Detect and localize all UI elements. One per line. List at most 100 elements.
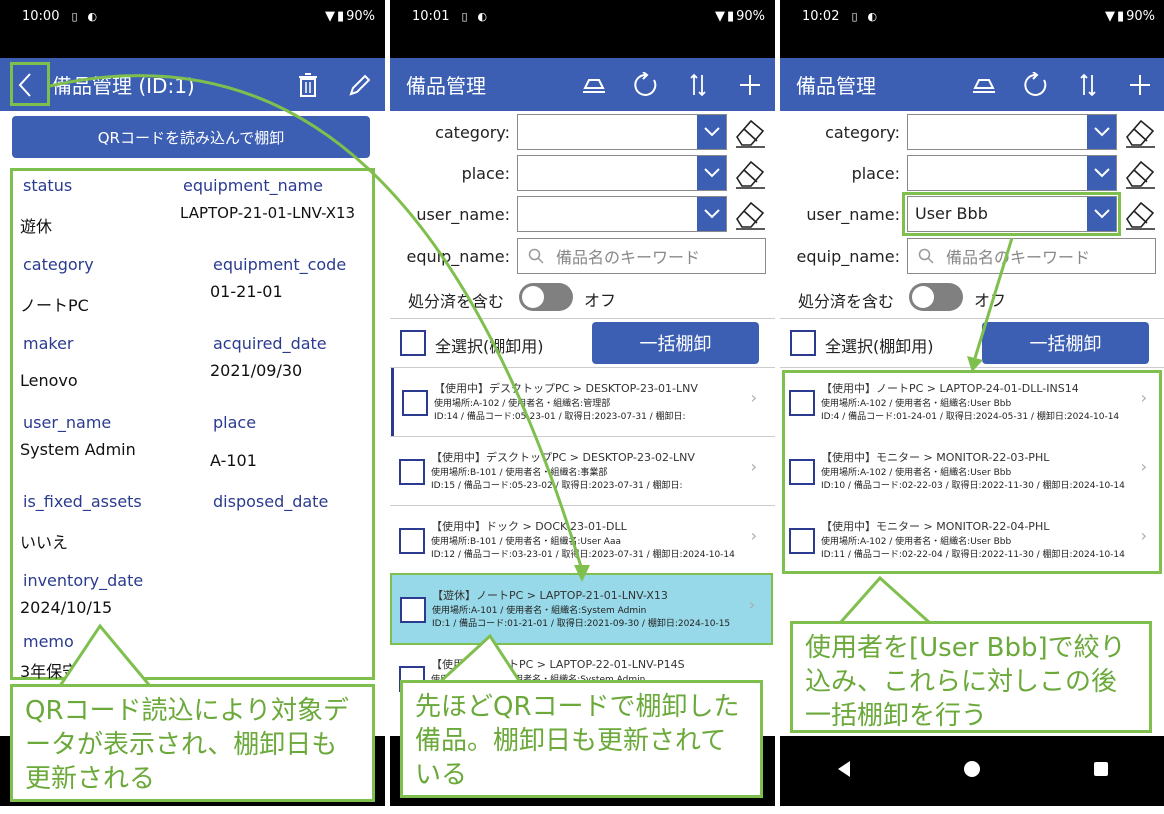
chevron-down-icon[interactable]	[697, 197, 726, 231]
chevron-right-icon: ›	[748, 595, 755, 614]
app-bar: 備品管理	[780, 58, 1164, 111]
item-checkbox[interactable]	[399, 459, 425, 485]
search-icon	[528, 248, 544, 264]
refresh-icon[interactable]	[633, 71, 659, 98]
item-location: 使用場所:B-101 / 使用者名・組織名:User Aaa	[431, 537, 621, 547]
back-nav-icon[interactable]	[836, 760, 852, 782]
trash-icon[interactable]	[295, 72, 321, 98]
item-location: 使用場所:A-102 / 使用者名・組織名:User Bbb	[821, 399, 1012, 409]
refresh-icon[interactable]	[1023, 71, 1049, 98]
callout-filter-note: 使用者を[User Bbb]で絞り込み、これらに対しこの後一括棚卸を行う	[790, 621, 1152, 733]
bulk-inventory-button[interactable]: 一括棚卸	[982, 322, 1149, 364]
app-bar: 備品管理 (ID:1)	[0, 58, 385, 111]
item-details: ID:12 / 備品コード:03-23-01 / 取得日:2023-07-31 …	[431, 550, 735, 560]
item-checkbox[interactable]	[400, 597, 426, 623]
list-item-highlighted[interactable]: 【遊休】ノートPC > LAPTOP-21-01-LNV-X13 使用場所:A-…	[390, 573, 773, 645]
sim-icon: ▯	[461, 10, 468, 23]
vpn-icon: ◐	[477, 10, 488, 23]
recents-nav-icon[interactable]	[1093, 761, 1109, 781]
user-name-dropdown[interactable]	[517, 196, 727, 232]
field-value-memo: 3年保守	[20, 662, 79, 681]
category-filter-label: category:	[435, 123, 510, 142]
include-disposed-toggle[interactable]	[909, 283, 963, 311]
sort-icon[interactable]	[685, 72, 711, 98]
search-placeholder: 備品名のキーワード	[946, 248, 1091, 267]
edit-icon[interactable]	[347, 72, 373, 98]
list-item[interactable]: 【使用中】ドック > DOCK-23-01-DLL 使用場所:B-101 / 使…	[391, 506, 773, 574]
select-all-label: 全選択(棚卸用)	[825, 337, 934, 356]
inventory-icon[interactable]	[971, 72, 997, 98]
category-dropdown[interactable]	[517, 114, 727, 150]
item-details: ID:11 / 備品コード:02-22-04 / 取得日:2022-11-30 …	[821, 550, 1125, 560]
android-nav-bar	[780, 736, 1164, 806]
field-label-is-fixed-assets: is_fixed_assets	[23, 492, 142, 511]
detail-form: status 遊休 equipment_name LAPTOP-21-01-LN…	[10, 168, 375, 681]
category-dropdown[interactable]	[907, 114, 1117, 150]
home-nav-icon[interactable]	[963, 760, 981, 782]
chevron-down-icon[interactable]	[697, 115, 726, 149]
field-label-inventory-date: inventory_date	[23, 571, 144, 590]
bulk-inventory-button[interactable]: 一括棚卸	[592, 322, 759, 364]
list-item[interactable]: 【使用中】ノートPC > LAPTOP-24-01-DLL-INS14 使用場所…	[781, 368, 1163, 436]
chevron-down-icon[interactable]	[1087, 115, 1116, 149]
item-checkbox[interactable]	[402, 390, 428, 416]
sim-icon: ▯	[71, 10, 78, 23]
list-item[interactable]: 【使用中】デスクトップPC > DESKTOP-23-01-LNV 使用場所:A…	[391, 368, 773, 436]
eraser-icon[interactable]	[734, 197, 765, 231]
eraser-icon[interactable]	[734, 156, 765, 190]
item-location: 使用場所:B-101 / 使用者名・組織名:事業部	[431, 468, 608, 478]
field-value-equipment-code: 01-21-01	[210, 282, 283, 301]
item-checkbox[interactable]	[789, 528, 815, 554]
qr-inventory-button[interactable]: QRコードを読み込んで棚卸	[12, 116, 370, 158]
include-disposed-label: 処分済を含む	[798, 292, 895, 311]
item-title: 【使用中】ドック > DOCK-23-01-DLL	[431, 520, 627, 533]
eraser-icon[interactable]	[1124, 197, 1155, 231]
item-checkbox[interactable]	[789, 459, 815, 485]
list-item[interactable]: 【使用中】デスクトップPC > DESKTOP-23-02-LNV 使用場所:B…	[391, 437, 773, 505]
select-all-label: 全選択(棚卸用)	[435, 337, 544, 356]
item-location: 使用場所:A-102 / 使用者名・組織名:User Bbb	[821, 537, 1012, 547]
place-dropdown[interactable]	[907, 155, 1117, 191]
field-value-place: A-101	[210, 451, 257, 470]
item-checkbox[interactable]	[399, 528, 425, 554]
add-icon[interactable]	[1127, 72, 1153, 98]
item-details: ID:4 / 備品コード:01-24-01 / 取得日:2024-05-31 /…	[821, 412, 1120, 422]
list-item[interactable]: 【使用中】モニター > MONITOR-22-04-PHL 使用場所:A-102…	[781, 506, 1163, 574]
user-filter-highlight	[902, 192, 1121, 236]
search-input[interactable]: 備品名のキーワード	[517, 238, 766, 274]
chevron-right-icon: ›	[1140, 388, 1147, 407]
list-item[interactable]: 【使用中】モニター > MONITOR-22-03-PHL 使用場所:A-102…	[781, 437, 1163, 505]
search-input[interactable]: 備品名のキーワード	[907, 238, 1156, 274]
toggle-state-label: オフ	[974, 291, 1007, 310]
include-disposed-toggle[interactable]	[519, 283, 573, 311]
page-title: 備品管理	[796, 74, 876, 98]
inventory-icon[interactable]	[581, 72, 607, 98]
select-all-checkbox[interactable]	[400, 330, 426, 356]
item-details: ID:10 / 備品コード:02-22-03 / 取得日:2022-11-30 …	[821, 481, 1125, 491]
item-title: 【使用中】デスクトップPC > DESKTOP-23-02-LNV	[431, 451, 695, 464]
eraser-icon[interactable]	[734, 115, 765, 149]
field-value-acquired-date: 2021/09/30	[210, 361, 303, 380]
callout-updated-item-note: 先ほどQRコードで棚卸した備品。棚卸日も更新されている	[400, 680, 763, 798]
clock: 10:00	[22, 9, 60, 24]
app-bar: 備品管理	[390, 58, 775, 111]
add-icon[interactable]	[737, 72, 763, 98]
page-title: 備品管理	[406, 74, 486, 98]
item-details: ID:1 / 備品コード:01-21-01 / 取得日:2021-09-30 /…	[432, 619, 731, 629]
eraser-icon[interactable]	[1124, 156, 1155, 190]
item-checkbox[interactable]	[789, 390, 815, 416]
chevron-down-icon[interactable]	[1087, 156, 1116, 190]
user-name-filter-label: user_name:	[806, 205, 900, 224]
select-all-checkbox[interactable]	[790, 330, 816, 356]
field-label-category: category	[23, 255, 94, 274]
sort-icon[interactable]	[1075, 72, 1101, 98]
place-dropdown[interactable]	[517, 155, 727, 191]
item-title: 【使用中】ノートPC > LAPTOP-24-01-DLL-INS14	[821, 382, 1079, 395]
field-label-user-name: user_name	[23, 413, 112, 432]
vpn-icon: ◐	[87, 10, 98, 23]
chevron-down-icon[interactable]	[697, 156, 726, 190]
field-value-maker: Lenovo	[20, 371, 78, 390]
eraser-icon[interactable]	[1124, 115, 1155, 149]
callout-qr-note: QRコード読込により対象データが表示され、棚卸日も更新される	[10, 684, 375, 802]
field-value-category: ノートPC	[20, 296, 89, 315]
